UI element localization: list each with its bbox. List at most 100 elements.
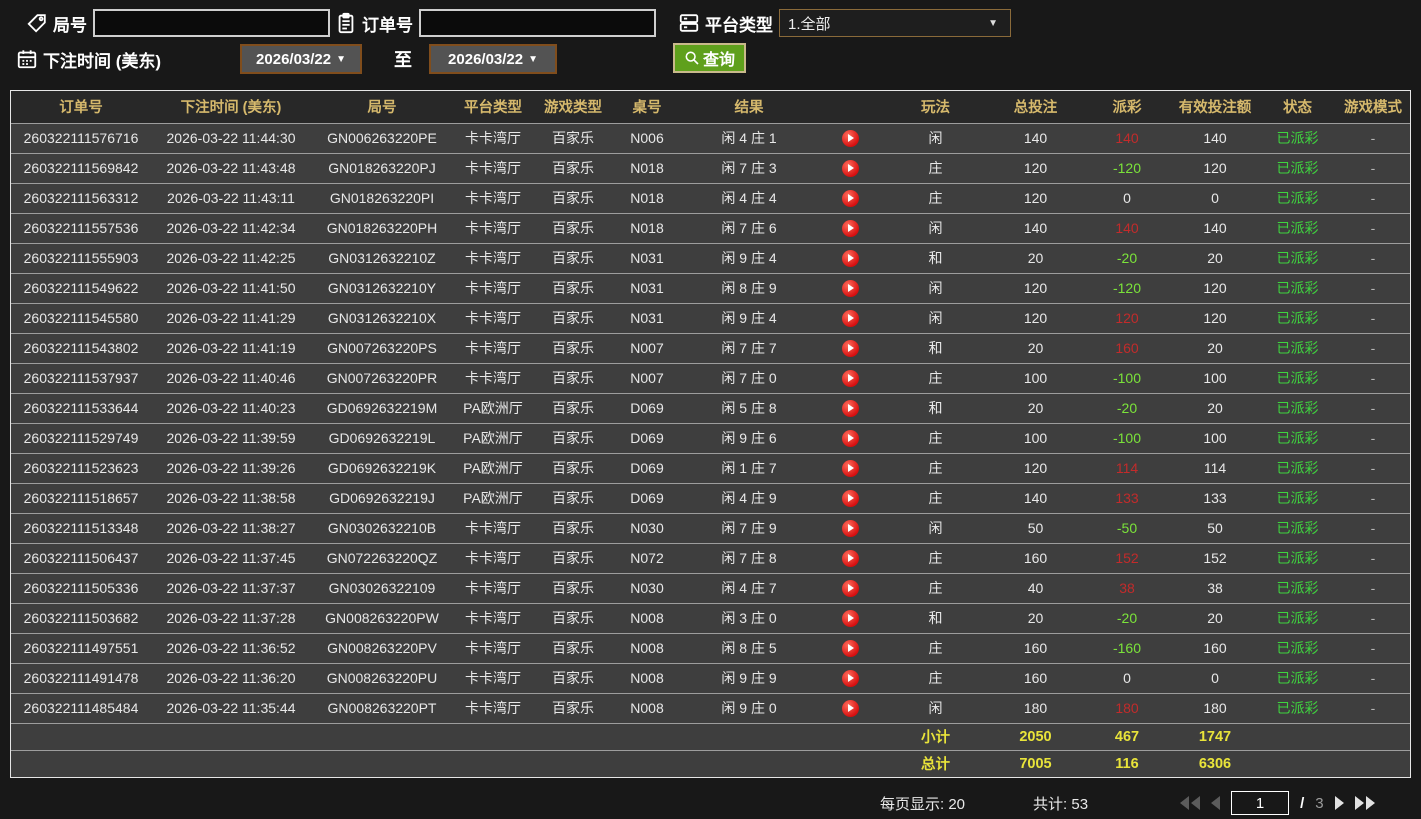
cell-bet-time: 2026-03-22 11:42:25 (166, 250, 296, 266)
next-page-button[interactable] (1334, 796, 1344, 810)
cell-play: 庄 (928, 640, 943, 656)
cell-status: 已派彩 (1276, 370, 1319, 386)
first-page-button[interactable] (1180, 796, 1201, 810)
bet-time-filter: 下注时间 (美东) 2026/03/22 ▼ 至 2026/03/22 ▼ (16, 44, 558, 74)
cell-platform: PA欧洲厅 (463, 460, 523, 476)
cell-play: 庄 (928, 190, 943, 206)
cell-order-id: 260322111555903 (23, 250, 139, 266)
cell-table-no: N072 (630, 550, 664, 566)
play-triangle-icon (848, 614, 854, 623)
cell-play: 和 (928, 610, 943, 626)
cell-game-mode: - (1370, 550, 1376, 566)
last-page-button[interactable] (1354, 796, 1375, 810)
cell-table-no: N018 (630, 190, 664, 206)
cell-result: 闲 9 庄 4 (721, 250, 777, 266)
play-triangle-icon (848, 134, 854, 143)
play-triangle-icon (848, 404, 854, 413)
replay-video-icon[interactable] (841, 189, 859, 207)
subtotal-spacer (11, 723, 883, 750)
replay-video-icon[interactable] (841, 609, 859, 627)
grand-total-total-bet: 7005 (1019, 755, 1052, 772)
cell-game-mode: - (1370, 610, 1376, 626)
cell-game-no: GN008263220PU (326, 670, 438, 686)
cell-payout: -50 (1116, 520, 1138, 536)
cell-bet-time: 2026-03-22 11:38:58 (166, 490, 296, 506)
cell-game-mode: - (1370, 130, 1376, 146)
replay-video-icon[interactable] (841, 339, 859, 357)
cell-status: 已派彩 (1276, 130, 1319, 146)
replay-video-icon[interactable] (841, 369, 859, 387)
prev-page-button[interactable] (1211, 796, 1221, 810)
double-right-arrow-icon (1365, 796, 1375, 810)
replay-video-icon[interactable] (841, 639, 859, 657)
replay-video-icon[interactable] (841, 249, 859, 267)
total-count-value: 53 (1071, 795, 1089, 813)
replay-video-icon[interactable] (841, 669, 859, 687)
grand-total-row: 总计 7005 116 6306 (11, 750, 1410, 777)
cell-status: 已派彩 (1276, 280, 1319, 296)
game-no-input[interactable] (93, 9, 330, 37)
replay-video-icon[interactable] (841, 219, 859, 237)
cell-play: 庄 (928, 490, 943, 506)
cell-order-id: 260322111523623 (23, 460, 139, 476)
replay-video-icon[interactable] (841, 699, 859, 717)
replay-video-icon[interactable] (841, 129, 859, 147)
cell-payout: -100 (1112, 430, 1142, 446)
replay-video-icon[interactable] (841, 579, 859, 597)
cell-payout: 180 (1115, 700, 1139, 716)
cell-platform: 卡卡湾厅 (465, 160, 521, 176)
table-row: 260322111545580 2026-03-22 11:41:29 GN0312… (11, 303, 1410, 333)
cell-valid-bet: 180 (1203, 700, 1227, 716)
cell-bet-time: 2026-03-22 11:40:23 (166, 400, 296, 416)
replay-video-icon[interactable] (841, 519, 859, 537)
replay-video-icon[interactable] (841, 399, 859, 417)
cell-bet-time: 2026-03-22 11:35:44 (166, 700, 296, 716)
replay-cell (817, 213, 883, 243)
replay-video-icon[interactable] (841, 459, 859, 477)
replay-video-icon[interactable] (841, 309, 859, 327)
replay-video-icon[interactable] (841, 159, 859, 177)
platform-type-select[interactable]: 1.全部 ▼ (779, 9, 1011, 37)
table-row: 260322111506437 2026-03-22 11:37:45 GN0722… (11, 543, 1410, 573)
cell-status: 已派彩 (1276, 550, 1319, 566)
date-from-select[interactable]: 2026/03/22 ▼ (240, 44, 363, 74)
cell-result: 闲 9 庄 9 (721, 670, 777, 686)
search-icon (685, 51, 699, 65)
page-separator: / (1300, 794, 1305, 812)
play-triangle-icon (848, 164, 854, 173)
column-header: 总投注 (988, 91, 1083, 123)
cell-order-id: 260322111485484 (23, 700, 139, 716)
query-button[interactable]: 查询 (673, 43, 747, 73)
cell-total-bet: 100 (1023, 430, 1048, 446)
cell-game-type: 百家乐 (552, 250, 594, 266)
date-from-value: 2026/03/22 (256, 50, 332, 68)
cell-payout: -20 (1116, 610, 1138, 626)
table-row: 260322111513348 2026-03-22 11:38:27 GN0302… (11, 513, 1410, 543)
date-to-select[interactable]: 2026/03/22 ▼ (429, 44, 558, 74)
cell-table-no: D069 (630, 430, 664, 446)
cell-game-type: 百家乐 (552, 550, 594, 566)
play-triangle-icon (848, 254, 854, 263)
order-no-input[interactable] (419, 9, 656, 37)
cell-result: 闲 7 庄 0 (721, 370, 777, 386)
cell-status: 已派彩 (1276, 220, 1319, 236)
column-header: 游戏模式 (1336, 91, 1410, 123)
replay-video-icon[interactable] (841, 429, 859, 447)
cell-game-no: GD0692632219L (328, 430, 436, 446)
chevron-down-icon: ▼ (988, 17, 998, 29)
cell-platform: PA欧洲厅 (463, 400, 523, 416)
total-count-text: 共计: 53 (1033, 793, 1088, 814)
cell-play: 和 (928, 400, 943, 416)
cell-result: 闲 8 庄 9 (721, 280, 777, 296)
replay-video-icon[interactable] (841, 279, 859, 297)
replay-video-icon[interactable] (841, 549, 859, 567)
column-header: 下注时间 (美东) (151, 91, 311, 123)
play-triangle-icon (848, 374, 854, 383)
grand-total-spacer-end (1259, 750, 1410, 777)
left-arrow-icon (1211, 796, 1221, 810)
replay-video-icon[interactable] (841, 489, 859, 507)
cell-game-mode: - (1370, 310, 1376, 326)
page-number-input[interactable]: 1 (1231, 791, 1290, 815)
cell-result: 闲 5 庄 8 (721, 400, 777, 416)
order-no-filter: 订单号 (335, 8, 656, 38)
